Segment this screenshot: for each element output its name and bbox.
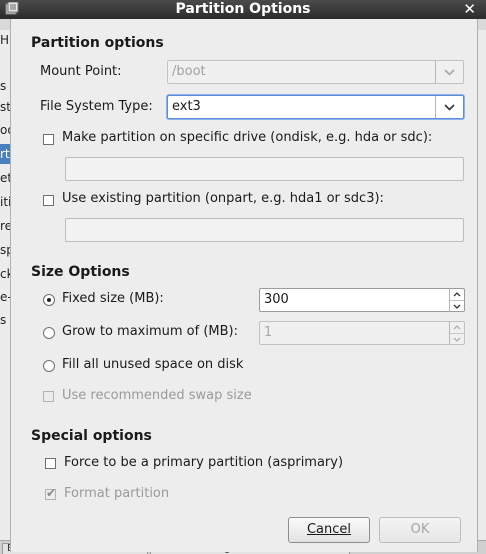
grow-spinner: 1 [259, 321, 465, 345]
swap-checkbox [43, 391, 54, 402]
cancel-button[interactable]: Cancel [288, 517, 370, 543]
ok-button: OK [379, 517, 461, 543]
file-system-type-value[interactable]: ext3 [172, 99, 201, 114]
file-system-type-combo[interactable]: ext3 [167, 95, 464, 119]
mount-point-value: /boot [172, 64, 206, 79]
fixed-size-stepper[interactable] [449, 289, 464, 311]
ondisk-checkbox[interactable] [43, 134, 54, 145]
spin-up-icon[interactable] [450, 289, 464, 300]
mount-point-dropdown-button [435, 61, 463, 83]
grow-radio[interactable] [43, 327, 55, 339]
close-icon[interactable]: ✕ [463, 0, 476, 18]
spin-up-icon [453, 325, 461, 330]
onpart-checkbox[interactable] [43, 195, 54, 206]
grow-stepper [449, 322, 464, 344]
cancel-button-label: Cancel [306, 522, 352, 537]
swap-label: Use recommended swap size [62, 388, 252, 403]
size-options-heading: Size Options [31, 264, 130, 280]
special-options-heading: Special options [31, 428, 152, 444]
ok-button-label: OK [410, 522, 430, 537]
file-system-type-label: File System Type: [40, 99, 153, 114]
ondisk-input[interactable] [65, 157, 464, 181]
mount-point-combo: /boot [167, 60, 464, 84]
fixed-size-label: Fixed size (MB): [62, 291, 164, 306]
grow-label: Grow to maximum of (MB): [62, 324, 238, 339]
grow-value: 1 [264, 325, 273, 340]
spin-down-icon[interactable] [450, 300, 464, 312]
chevron-down-icon [444, 69, 455, 76]
fixed-size-radio[interactable] [43, 294, 55, 306]
chevron-down-icon [444, 104, 455, 111]
partition-options-heading: Partition options [31, 35, 164, 51]
format-partition-label: Format partition [64, 486, 170, 501]
checkmark-icon: ✔ [46, 486, 57, 500]
ondisk-label: Make partition on specific drive (ondisk… [62, 130, 433, 145]
file-system-type-dropdown-button[interactable] [435, 96, 463, 118]
title-bar: Partition Options ✕ [0, 0, 486, 19]
format-partition-checkbox: ✔ [45, 486, 57, 500]
onpart-input[interactable] [65, 218, 464, 242]
radio-selected-dot [47, 298, 51, 302]
mount-point-label: Mount Point: [40, 64, 122, 79]
fixed-size-value[interactable]: 300 [264, 292, 289, 307]
primary-partition-label: Force to be a primary partition (asprima… [64, 455, 344, 470]
onpart-label: Use existing partition (onpart, e.g. hda… [62, 191, 384, 206]
fill-disk-label: Fill all unused space on disk [62, 357, 244, 372]
spin-down-icon [450, 333, 464, 342]
fixed-size-spinner[interactable]: 300 [259, 288, 465, 312]
primary-partition-checkbox[interactable] [45, 458, 56, 469]
window-title: Partition Options [175, 1, 311, 17]
partition-options-dialog: Partition options Mount Point: /boot Fil… [10, 19, 478, 552]
fill-disk-radio[interactable] [43, 360, 55, 372]
